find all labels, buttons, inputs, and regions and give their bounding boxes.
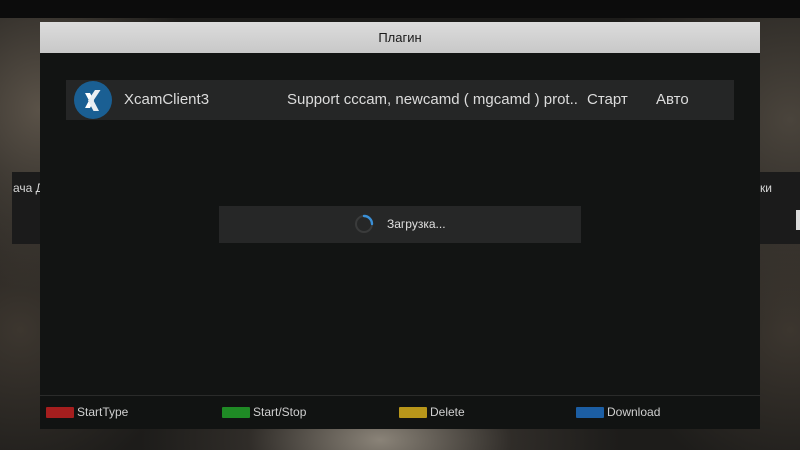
background-scroll-marker (796, 210, 800, 230)
plugin-window: Плагин XcamClient3 Support cccam, newcam… (40, 22, 760, 429)
plugin-name: XcamClient3 (124, 91, 210, 108)
top-dark-strip (0, 0, 800, 18)
plugin-list-item[interactable]: XcamClient3 Support cccam, newcamd ( mgc… (66, 80, 734, 120)
green-key-label: Start/Stop (253, 405, 307, 419)
yellow-key-icon (399, 407, 427, 418)
plugin-description: Support cccam, newcamd ( mgcamd ) prot.. (287, 91, 578, 108)
yellow-key-label: Delete (430, 405, 465, 419)
red-key-icon (46, 407, 74, 418)
spinner-icon (353, 213, 375, 235)
loading-text: Загрузка... (387, 217, 446, 231)
xing-logo-icon (74, 81, 112, 119)
background-bar-left: ача Д (12, 172, 41, 244)
background-text-right: ки (760, 181, 772, 195)
blue-key-icon (576, 407, 604, 418)
background-text-left: ача Д (13, 181, 41, 195)
blue-key-label: Download (607, 405, 661, 419)
red-key-label: StartType (77, 405, 129, 419)
plugin-status: Старт (587, 91, 628, 108)
background-bar-right: ки (760, 172, 800, 244)
plugin-start-mode: Авто (656, 91, 689, 108)
green-key-icon (222, 407, 250, 418)
color-key-bar: StartType Start/Stop Delete Download (40, 395, 760, 429)
window-title: Плагин (40, 22, 760, 53)
loading-dialog: Загрузка... (219, 206, 581, 243)
